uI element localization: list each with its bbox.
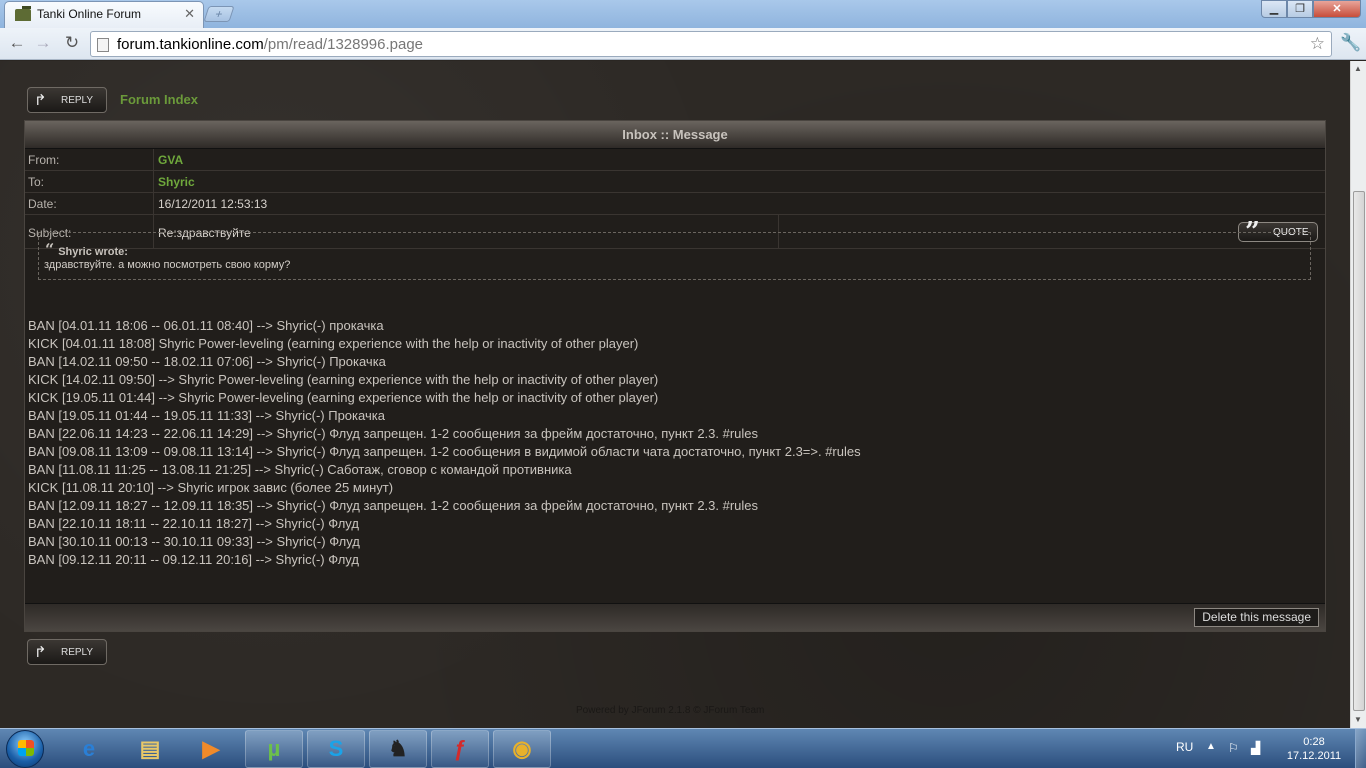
- date-row: Date: 16/12/2011 12:53:13: [25, 193, 1325, 215]
- reply-arrow-icon: ↱: [34, 92, 47, 109]
- from-row: From: GVA: [25, 149, 1325, 171]
- from-value-link[interactable]: GVA: [158, 153, 183, 167]
- show-desktop-button[interactable]: [1355, 729, 1366, 768]
- footer-credit: Powered by JForum 2.1.8 © JForum Team: [576, 705, 765, 716]
- forum-index-link[interactable]: Forum Index: [120, 92, 198, 107]
- tanki-online-taskbar-icon[interactable]: ♞: [369, 730, 427, 768]
- message-body: BAN [04.01.11 18:06 -- 06.01.11 08:40] -…: [28, 317, 861, 569]
- flash-player-taskbar-icon[interactable]: ƒ: [431, 730, 489, 768]
- bookmark-star-icon[interactable]: ☆: [1310, 34, 1325, 54]
- browser-toolbar: ← → ↻ forum.tankionline.com/pm/read/1328…: [0, 28, 1366, 60]
- new-tab-button[interactable]: +: [203, 6, 235, 22]
- log-line: BAN [11.08.11 11:25 -- 13.08.11 21:25] -…: [28, 462, 572, 477]
- reply-label: REPLY: [61, 95, 94, 106]
- system-clock[interactable]: 0:28 17.12.2011: [1282, 735, 1346, 763]
- minimize-button[interactable]: ▁: [1261, 0, 1287, 18]
- to-label: To:: [28, 175, 45, 189]
- file-explorer-taskbar-icon[interactable]: ▤: [121, 730, 179, 768]
- scroll-down-icon[interactable]: ▼: [1354, 715, 1362, 724]
- url-text[interactable]: forum.tankionline.com/pm/read/1328996.pa…: [117, 36, 423, 53]
- panel-title: Inbox :: Message: [25, 121, 1325, 149]
- tank-favicon-icon: [15, 6, 31, 21]
- log-line: BAN [14.02.11 09:50 -- 18.02.11 07:06] -…: [28, 354, 386, 369]
- taskbar: e ▤ ▶ µ S ♞ ƒ ◉ RU ▲ ⚐ ▟ 0:28 17.12.2011: [0, 728, 1366, 768]
- browser-tab[interactable]: Tanki Online Forum ✕: [4, 1, 204, 28]
- utorrent-taskbar-icon[interactable]: µ: [245, 730, 303, 768]
- clock-time: 0:28: [1303, 736, 1325, 748]
- maximize-button[interactable]: ❐: [1287, 0, 1313, 18]
- page-viewport: ↱ REPLY Forum Index Inbox :: Message Fro…: [0, 61, 1350, 728]
- log-line: KICK [19.05.11 01:44] --> Shyric Power-l…: [28, 390, 659, 405]
- log-line: BAN [22.06.11 14:23 -- 22.06.11 14:29] -…: [28, 426, 759, 441]
- reply-arrow-icon: ↱: [34, 644, 47, 661]
- log-line: KICK [04.01.11 18:08] Shyric Power-level…: [28, 336, 639, 351]
- start-button[interactable]: [6, 730, 44, 768]
- log-line: BAN [22.10.11 18:11 -- 22.10.11 18:27] -…: [28, 516, 359, 531]
- quote-author: “Shyric wrote:: [45, 240, 128, 259]
- title-bar: Tanki Online Forum ✕ + ▁ ❐ ✕: [0, 0, 1366, 28]
- reply-button-top[interactable]: ↱ REPLY: [27, 87, 107, 113]
- to-value-link[interactable]: Shyric: [158, 175, 195, 189]
- reply-button-bottom[interactable]: ↱ REPLY: [27, 639, 107, 665]
- log-line: KICK [14.02.11 09:50] --> Shyric Power-l…: [28, 372, 659, 387]
- quote-text: здравствуйте. а можно посмотреть свою ко…: [44, 259, 291, 271]
- page-icon: [97, 38, 109, 52]
- delete-message-button[interactable]: Delete this message: [1194, 608, 1319, 627]
- date-value: 16/12/2011 12:53:13: [158, 197, 268, 211]
- vertical-scrollbar[interactable]: ▲ ▼: [1350, 61, 1366, 728]
- scroll-up-icon[interactable]: ▲: [1354, 64, 1362, 73]
- windows-logo-icon: [18, 740, 34, 756]
- log-line: BAN [04.01.11 18:06 -- 06.01.11 08:40] -…: [28, 318, 384, 333]
- tab-close-icon[interactable]: ✕: [184, 6, 195, 22]
- tray-expand-icon[interactable]: ▲: [1206, 741, 1216, 752]
- reload-icon[interactable]: ↻: [61, 33, 83, 53]
- action-center-icon[interactable]: ⚐: [1228, 741, 1242, 755]
- log-line: BAN [19.05.11 01:44 -- 19.05.11 11:33] -…: [28, 408, 385, 423]
- network-icon[interactable]: ▟: [1251, 741, 1265, 755]
- log-line: BAN [30.10.11 00:13 -- 30.10.11 09:33] -…: [28, 534, 360, 549]
- close-window-button[interactable]: ✕: [1313, 0, 1361, 18]
- internet-explorer-taskbar-icon[interactable]: e: [60, 730, 118, 768]
- to-row: To: Shyric: [25, 171, 1325, 193]
- address-bar[interactable]: forum.tankionline.com/pm/read/1328996.pa…: [90, 31, 1332, 57]
- clock-date: 17.12.2011: [1286, 750, 1342, 762]
- url-host: forum.tankionline.com: [117, 36, 264, 53]
- quoted-message: “Shyric wrote: здравствуйте. а можно пос…: [38, 232, 1311, 280]
- log-line: BAN [09.08.11 13:09 -- 09.08.11 13:14] -…: [28, 444, 861, 459]
- log-line: KICK [11.08.11 20:10] --> Shyric игрок з…: [28, 480, 394, 495]
- skype-taskbar-icon[interactable]: S: [307, 730, 365, 768]
- log-line: BAN [12.09.11 18:27 -- 12.09.11 18:35] -…: [28, 498, 759, 513]
- language-indicator[interactable]: RU: [1176, 740, 1193, 754]
- wrench-menu-icon[interactable]: 🔧: [1340, 33, 1361, 53]
- date-label: Date:: [28, 197, 57, 211]
- quote-author-text: Shyric wrote:: [58, 246, 128, 258]
- scroll-thumb[interactable]: [1353, 191, 1365, 711]
- message-panel: Inbox :: Message From: GVA To: Shyric Da…: [24, 120, 1326, 632]
- forward-arrow-icon[interactable]: →: [32, 33, 54, 53]
- panel-footer: Delete this message: [25, 603, 1325, 631]
- back-arrow-icon[interactable]: ←: [6, 33, 28, 53]
- log-line: BAN [09.12.11 20:11 -- 09.12.11 20:16] -…: [28, 552, 359, 567]
- reply-label: REPLY: [61, 647, 94, 658]
- open-quote-icon: “: [45, 240, 55, 259]
- tab-title: Tanki Online Forum: [37, 7, 142, 21]
- url-path: /pm/read/1328996.page: [263, 36, 424, 53]
- media-player-taskbar-icon[interactable]: ▶: [182, 730, 240, 768]
- chrome-taskbar-icon[interactable]: ◉: [493, 730, 551, 768]
- from-label: From:: [28, 153, 60, 167]
